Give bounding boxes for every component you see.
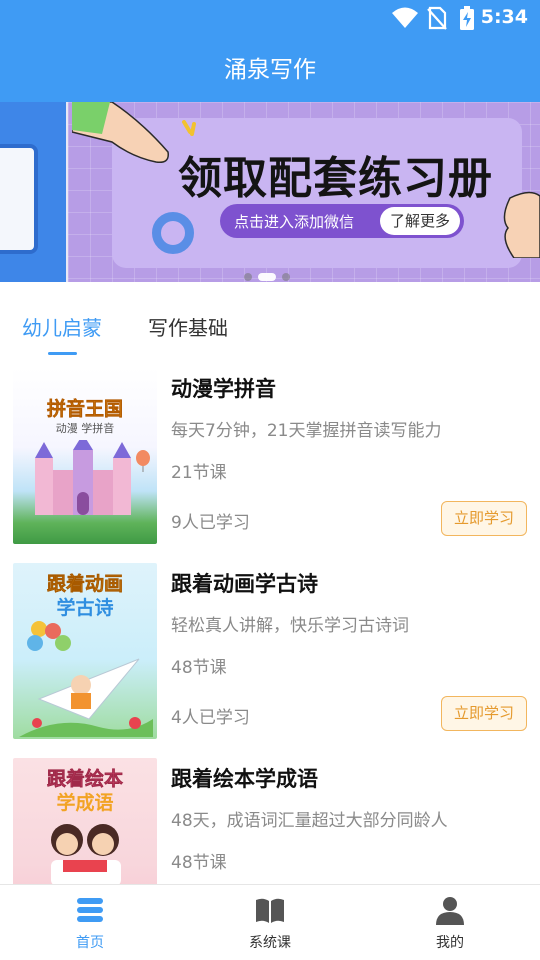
wifi-icon <box>392 7 418 28</box>
castle-illustration <box>35 440 131 515</box>
student-count: 9人已学习 <box>171 513 250 533</box>
tab-early-enlightenment[interactable]: 幼儿启蒙 <box>22 312 102 341</box>
course-title[interactable]: 跟着动画学古诗 <box>171 568 318 598</box>
page-title: 涌泉写作 <box>224 57 316 83</box>
banner-slide[interactable]: 领取配套练习册 点击进入添加微信 了解更多 <box>68 102 540 282</box>
kids-reading-illustration <box>51 824 121 886</box>
paper-plane-kids-illustration <box>19 621 153 737</box>
balloon-icon <box>136 450 150 472</box>
nav-mine[interactable]: 我的 <box>360 885 540 960</box>
start-learning-button[interactable]: 立即学习 <box>441 696 527 731</box>
cover-subtitle: 动漫 学拼音 <box>55 422 115 435</box>
add-wechat-pill[interactable]: 点击进入添加微信 了解更多 <box>220 204 464 238</box>
nav-system-course[interactable]: 系统课 <box>180 885 360 960</box>
lesson-count: 48节课 <box>171 658 227 678</box>
cover-subtitle: 学古诗 <box>56 597 114 619</box>
nav-home-label: 首页 <box>76 935 104 951</box>
add-wechat-text: 点击进入添加微信 <box>234 213 355 231</box>
book-icon <box>256 898 284 923</box>
active-tab-indicator <box>48 352 77 355</box>
hand-right-illustration <box>503 191 540 258</box>
carousel-dot[interactable] <box>282 272 290 281</box>
nav-home[interactable]: 首页 <box>0 885 180 960</box>
cover-title: 跟着绘本 <box>46 768 124 791</box>
cover-title: 跟着动画 <box>46 573 124 596</box>
bottom-navigation: 首页 系统课 我的 <box>0 884 540 960</box>
nav-mine-label: 我的 <box>436 935 464 951</box>
category-tabs: 幼儿启蒙 写作基础 <box>0 300 540 360</box>
sparkle-icon <box>182 120 196 136</box>
tab-writing-basics[interactable]: 写作基础 <box>148 312 228 341</box>
home-stack-icon <box>77 898 103 922</box>
status-time: 5:34 <box>480 6 528 28</box>
promo-banner[interactable]: 领取配套练习册 点击进入添加微信 了解更多 <box>0 102 540 282</box>
course-cover[interactable]: 拼音王国 动漫 学拼音 <box>13 368 157 544</box>
course-description: 48天，成语词汇量超过大部分同龄人 <box>171 811 448 831</box>
nav-system-course-label: 系统课 <box>249 935 291 951</box>
battery-charging-icon <box>460 6 474 30</box>
cover-title: 拼音王国 <box>46 398 124 421</box>
carousel-indicator <box>244 266 296 282</box>
cover-subtitle: 学成语 <box>56 792 114 814</box>
course-item[interactable]: 拼音王国 动漫 学拼音 动漫学拼音 每天7分钟，21天掌握拼音读写能力 21节课… <box>0 368 540 548</box>
status-bar: 5:34 <box>0 0 540 36</box>
no-sim-icon <box>427 6 447 30</box>
carousel-dot-active[interactable] <box>258 272 276 281</box>
lesson-count: 48节课 <box>171 853 227 873</box>
start-learning-button[interactable]: 立即学习 <box>441 501 527 536</box>
previous-slide-peek <box>0 102 66 282</box>
carousel-dot[interactable] <box>244 272 252 281</box>
course-description: 轻松真人讲解，快乐学习古诗词 <box>171 616 409 636</box>
ring-illustration <box>152 212 194 254</box>
student-count: 4人已学习 <box>171 708 250 728</box>
course-description: 每天7分钟，21天掌握拼音读写能力 <box>171 421 442 441</box>
course-title[interactable]: 动漫学拼音 <box>171 373 276 403</box>
hand-illustration <box>72 102 169 164</box>
learn-more-button[interactable]: 了解更多 <box>379 207 460 235</box>
course-cover[interactable]: 跟着动画 学古诗 <box>13 563 157 739</box>
banner-heading: 领取配套练习册 <box>178 153 493 204</box>
course-title[interactable]: 跟着绘本学成语 <box>171 763 318 793</box>
lesson-count: 21节课 <box>171 463 227 483</box>
tablet-illustration <box>0 144 38 254</box>
person-icon <box>436 897 464 925</box>
course-item[interactable]: 跟着动画 学古诗 跟着动画学古诗 轻松真人讲解，快乐学习古诗词 48节课 4人已… <box>0 563 540 743</box>
app-header: 5:34 涌泉写作 <box>0 0 540 102</box>
